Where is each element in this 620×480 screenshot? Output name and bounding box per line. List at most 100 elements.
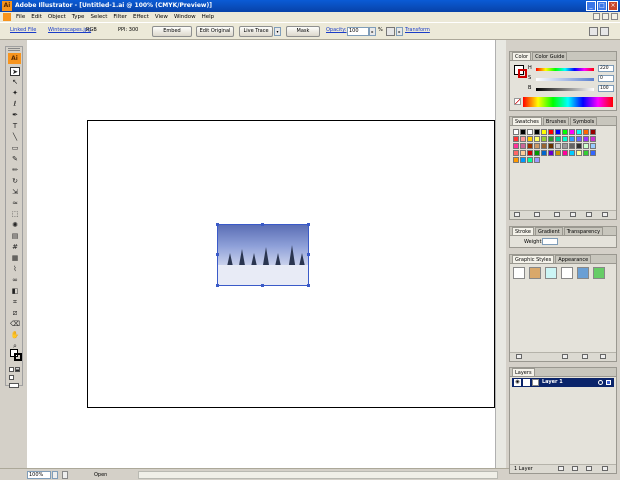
color-spectrum-bar[interactable]	[523, 97, 613, 107]
menu-edit[interactable]: Edit	[28, 14, 45, 20]
document-canvas[interactable]	[27, 40, 506, 468]
close-button[interactable]: ×	[608, 1, 618, 11]
tab-color[interactable]: Color	[512, 52, 532, 60]
options-icon[interactable]	[600, 27, 609, 36]
screen-mode-icon[interactable]	[9, 383, 19, 388]
graphic-style-swatch[interactable]	[513, 267, 525, 279]
filename-link[interactable]: Winterscapes.jpg	[48, 27, 91, 33]
color-swatch[interactable]	[562, 136, 568, 142]
target-icon[interactable]	[598, 380, 603, 385]
color-swatch[interactable]	[576, 136, 582, 142]
color-swatch[interactable]	[534, 143, 540, 149]
color-swatch[interactable]	[520, 129, 526, 135]
vertical-scrollbar[interactable]	[495, 40, 506, 468]
tab-symbols[interactable]: Symbols	[570, 117, 598, 125]
color-swatch[interactable]	[548, 150, 554, 156]
tab-gradient[interactable]: Gradient	[534, 227, 563, 235]
color-swatch[interactable]	[590, 129, 596, 135]
color-swatch[interactable]	[569, 143, 575, 149]
none-mode-icon[interactable]	[9, 375, 14, 380]
doc-close-button[interactable]	[611, 13, 618, 20]
color-swatch[interactable]	[583, 150, 589, 156]
panel-menu-icon[interactable]	[589, 27, 598, 36]
color-swatch[interactable]	[534, 136, 540, 142]
break-link-icon[interactable]	[562, 354, 568, 359]
mask-button[interactable]: Mask	[286, 26, 320, 37]
tab-layers[interactable]: Layers	[512, 368, 535, 376]
none-color-icon[interactable]	[514, 98, 521, 105]
layer-row[interactable]: ◉ Layer 1	[512, 378, 614, 387]
color-swatch[interactable]	[534, 150, 540, 156]
color-swatch[interactable]	[569, 129, 575, 135]
color-swatch[interactable]	[562, 150, 568, 156]
tools-grip[interactable]	[8, 48, 20, 51]
color-swatch[interactable]	[569, 150, 575, 156]
color-swatch[interactable]	[513, 150, 519, 156]
lock-toggle-icon[interactable]	[523, 379, 530, 386]
graphic-style-swatch[interactable]	[577, 267, 589, 279]
warp-tool-icon[interactable]: ≈	[10, 199, 20, 208]
menu-effect[interactable]: Effect	[130, 14, 152, 20]
menu-help[interactable]: Help	[199, 14, 218, 20]
color-swatch[interactable]	[569, 136, 575, 142]
direct-selection-tool-icon[interactable]: ↖	[10, 78, 20, 87]
doc-restore-button[interactable]	[602, 13, 609, 20]
color-swatch[interactable]	[562, 129, 568, 135]
color-swatch[interactable]	[527, 129, 533, 135]
hue-slider[interactable]: H 220	[524, 65, 614, 73]
menu-type[interactable]: Type	[69, 14, 88, 20]
eraser-tool-icon[interactable]: ⌫	[10, 320, 20, 329]
tab-swatches[interactable]: Swatches	[512, 117, 542, 125]
color-swatch[interactable]	[520, 157, 526, 163]
color-swatch[interactable]	[513, 157, 519, 163]
color-swatch[interactable]	[520, 150, 526, 156]
lasso-tool-icon[interactable]: ℓ	[10, 100, 20, 109]
new-style-icon[interactable]	[582, 354, 588, 359]
selection-handle[interactable]	[307, 253, 310, 256]
visibility-eye-icon[interactable]: ◉	[514, 379, 521, 386]
color-swatch[interactable]	[534, 129, 540, 135]
color-swatch[interactable]	[541, 150, 547, 156]
selection-handle[interactable]	[216, 284, 219, 287]
color-swatch[interactable]	[576, 129, 582, 135]
gradient-mode-icon[interactable]	[15, 367, 20, 372]
document-icon[interactable]	[3, 13, 11, 21]
color-swatch[interactable]	[548, 143, 554, 149]
first-artboard-icon[interactable]	[62, 471, 68, 479]
tab-color-guide[interactable]: Color Guide	[532, 52, 568, 60]
color-swatch[interactable]	[534, 157, 540, 163]
stroke-color-swatch[interactable]	[14, 353, 22, 361]
selection-handle[interactable]	[216, 253, 219, 256]
transform-link[interactable]: Transform	[405, 27, 430, 33]
new-swatch-icon[interactable]	[586, 212, 592, 217]
color-swatch[interactable]	[562, 143, 568, 149]
hue-value[interactable]: 220	[598, 65, 614, 72]
swatch-options-icon[interactable]	[554, 212, 560, 217]
opacity-dropdown[interactable]: ▸	[369, 27, 376, 36]
tab-appearance[interactable]: Appearance	[555, 255, 592, 263]
color-swatch[interactable]	[576, 150, 582, 156]
color-swatch[interactable]	[576, 143, 582, 149]
pencil-tool-icon[interactable]: ✏	[10, 166, 20, 175]
color-swatch[interactable]	[527, 157, 533, 163]
color-swatch[interactable]	[548, 136, 554, 142]
menu-object[interactable]: Object	[45, 14, 69, 20]
saturation-slider[interactable]: S 0	[524, 75, 614, 83]
align-dropdown[interactable]: ▸	[396, 27, 403, 36]
magic-wand-tool-icon[interactable]: ✦	[10, 89, 20, 98]
rectangle-tool-icon[interactable]: ▭	[10, 144, 20, 153]
saturation-value[interactable]: 0	[598, 75, 614, 82]
artboard[interactable]	[87, 120, 495, 408]
maximize-button[interactable]: □	[597, 1, 607, 11]
slice-tool-icon[interactable]: ⧄	[10, 309, 20, 318]
color-swatch[interactable]	[548, 129, 554, 135]
delete-layer-icon[interactable]	[602, 466, 608, 471]
color-swatch[interactable]	[555, 129, 561, 135]
menu-window[interactable]: Window	[171, 14, 199, 20]
color-swatch[interactable]	[541, 136, 547, 142]
eyedropper-tool-icon[interactable]: ⌇	[10, 265, 20, 274]
menu-view[interactable]: View	[152, 14, 171, 20]
color-swatch[interactable]	[583, 136, 589, 142]
brightness-value[interactable]: 100	[598, 85, 614, 92]
edit-original-button[interactable]: Edit Original	[196, 26, 234, 37]
